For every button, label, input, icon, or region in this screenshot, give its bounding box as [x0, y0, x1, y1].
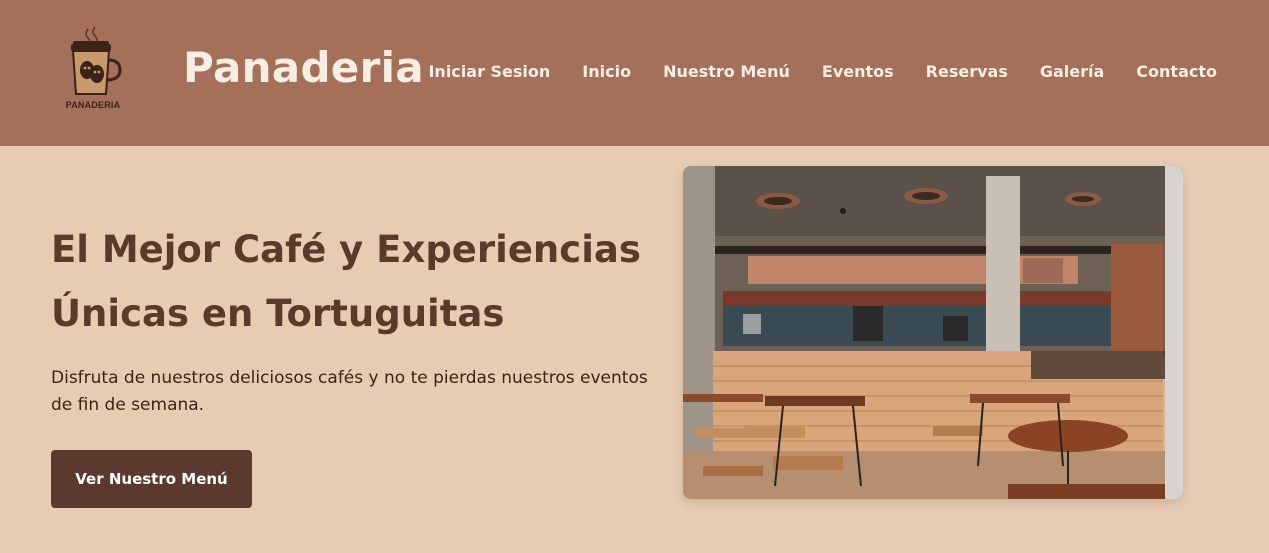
nav-reservas[interactable]: Reservas	[926, 62, 1008, 81]
coffee-cup-logo-icon[interactable]: PANADERIA	[64, 26, 122, 110]
cafe-interior-photo	[683, 166, 1183, 499]
nav-iniciar-sesion[interactable]: Iniciar Sesion	[428, 62, 550, 81]
nav-galeria[interactable]: Galería	[1040, 62, 1104, 81]
main-nav: Iniciar Sesion Inicio Nuestro Menú Event…	[396, 62, 1217, 81]
nav-inicio[interactable]: Inicio	[582, 62, 631, 81]
hero-description: Disfruta de nuestros deliciosos cafés y …	[51, 368, 648, 415]
view-menu-button[interactable]: Ver Nuestro Menú	[51, 450, 252, 508]
nav-nuestro-menu[interactable]: Nuestro Menú	[663, 62, 790, 81]
nav-eventos[interactable]: Eventos	[822, 62, 894, 81]
brand-name[interactable]: Panaderia	[183, 43, 424, 92]
logo-text: PANADERIA	[65, 100, 121, 110]
site-header: PANADERIA Panaderia Iniciar Sesion Inici…	[0, 0, 1269, 146]
nav-contacto[interactable]: Contacto	[1136, 62, 1217, 81]
hero-title: El Mejor Café y Experiencias Únicas en T…	[51, 228, 641, 335]
